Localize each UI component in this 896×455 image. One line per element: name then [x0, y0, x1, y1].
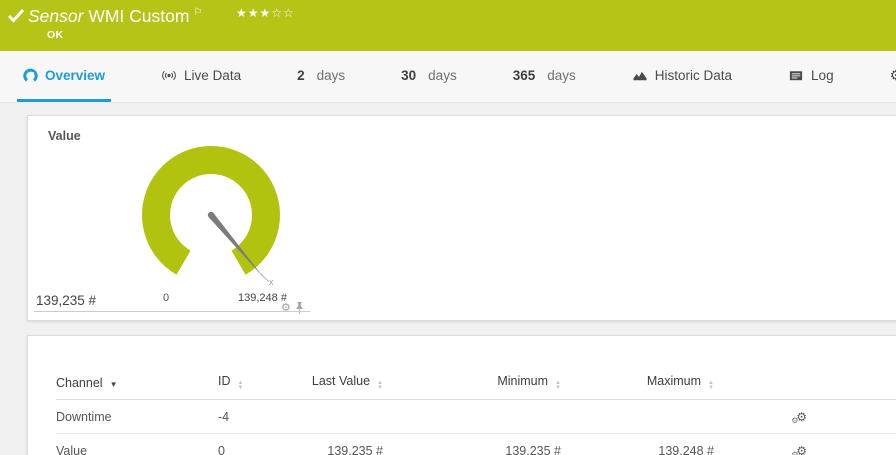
sensor-name: WMI Custom [88, 6, 189, 26]
gauge-min-label: 0 [163, 292, 169, 304]
channel-maximum: 139,248 # [561, 434, 714, 455]
column-header-minimum[interactable]: Minimum ▲▼ [383, 336, 561, 400]
channel-name: Value [56, 434, 218, 455]
tab-historic-data[interactable]: Historic Data [626, 51, 738, 102]
column-label: Maximum [647, 374, 701, 388]
channel-table: Channel ▼ ID ▲▼ Last Value ▲▼ Minimum ▲▼ Max… [56, 336, 896, 455]
channel-last-value [278, 400, 383, 434]
sensor-status-badge: OK [47, 29, 63, 41]
channel-minimum: 139,235 # [383, 434, 561, 455]
area-chart-icon [632, 68, 648, 83]
gauge-settings-gear-icon[interactable]: ⚙ [281, 303, 291, 314]
gauge-axis-line [34, 311, 310, 312]
column-header-last-value[interactable]: Last Value ▲▼ [278, 336, 383, 400]
channel-name: Downtime [56, 400, 218, 434]
column-header-channel[interactable]: Channel ▼ [56, 336, 218, 400]
channel-maximum [561, 400, 714, 434]
table-row-downtime: Downtime -4 ⚙⚙ [56, 400, 896, 434]
pin-icon[interactable] [295, 302, 304, 314]
tab-label: days [428, 68, 457, 83]
channel-table-panel: Channel ▼ ID ▲▼ Last Value ▲▼ Minimum ▲▼ Max… [27, 335, 896, 455]
gauge-current-value: 139,235 # [36, 293, 96, 308]
column-label: ID [218, 374, 231, 388]
gauge-max-label: 139,248 # [238, 292, 287, 304]
channel-settings-gears-icon[interactable]: ⚙⚙ [791, 445, 807, 455]
column-header-maximum[interactable]: Maximum ▲▼ [561, 336, 714, 400]
column-label: Last Value [312, 374, 370, 388]
value-gauge-panel: Value x 0 139,248 # ⚙ 139,235 # [27, 115, 896, 321]
channel-settings-gears-icon[interactable]: ⚙⚙ [791, 411, 807, 423]
tab-overview[interactable]: Overview [17, 51, 111, 102]
status-ok-check-icon [7, 8, 25, 23]
sort-icon: ▲▼ [238, 381, 244, 391]
tab-label: Live Data [184, 68, 241, 83]
channel-id: 0 [218, 434, 278, 455]
priority-stars[interactable]: ★★★☆☆ [236, 6, 295, 20]
tab-bar: Overview Live Data 2 days 30 days 365 da… [0, 51, 896, 103]
channel-last-value: 139,235 # [278, 434, 383, 455]
column-label: Channel [56, 376, 103, 390]
tab-label: Historic Data [655, 68, 732, 83]
tab-number: 365 [513, 68, 536, 83]
table-row-value: Value 0 139,235 # 139,235 # 139,248 # ⚙⚙ [56, 434, 896, 455]
sensor-header: Sensor WMI Custom ⚐ ★★★☆☆ OK [0, 0, 896, 51]
column-header-actions [714, 336, 807, 400]
sensor-title: Sensor WMI Custom ⚐ [28, 6, 202, 27]
tab-number: 2 [297, 68, 305, 83]
sort-desc-icon: ▼ [110, 380, 118, 389]
tab-live-data[interactable]: Live Data [155, 51, 247, 102]
column-label: Minimum [497, 374, 548, 388]
tab-365-days[interactable]: 365 days [507, 51, 582, 102]
tab-label: Overview [45, 68, 105, 83]
channel-minimum [383, 400, 561, 434]
live-data-icon [161, 68, 177, 83]
tab-2-days[interactable]: 2 days [291, 51, 351, 102]
channel-id: -4 [218, 400, 278, 434]
sort-icon: ▲▼ [377, 381, 383, 391]
sort-icon: ▲▼ [555, 381, 561, 391]
table-header-row: Channel ▼ ID ▲▼ Last Value ▲▼ Minimum ▲▼ Max… [56, 336, 896, 400]
tab-settings[interactable]: ⚙ Settings [884, 51, 896, 102]
gauge-icon [23, 68, 38, 83]
gauge-title: Value [48, 129, 81, 143]
sensor-type-label: Sensor [28, 6, 83, 26]
gear-icon: ⚙ [890, 68, 896, 82]
tab-log[interactable]: Log [782, 51, 840, 102]
tab-label: days [317, 68, 346, 83]
priority-flag-icon[interactable]: ⚐ [193, 7, 202, 18]
log-icon [788, 68, 804, 83]
tab-number: 30 [401, 68, 416, 83]
gauge-toolbar: ⚙ [281, 302, 304, 314]
sort-icon: ▲▼ [708, 381, 714, 391]
tab-30-days[interactable]: 30 days [395, 51, 463, 102]
column-header-id[interactable]: ID ▲▼ [218, 336, 278, 400]
tab-label: days [547, 68, 576, 83]
tab-label: Log [811, 68, 834, 83]
value-gauge-chart [111, 128, 311, 308]
needle-tip-marker: x [269, 277, 274, 287]
